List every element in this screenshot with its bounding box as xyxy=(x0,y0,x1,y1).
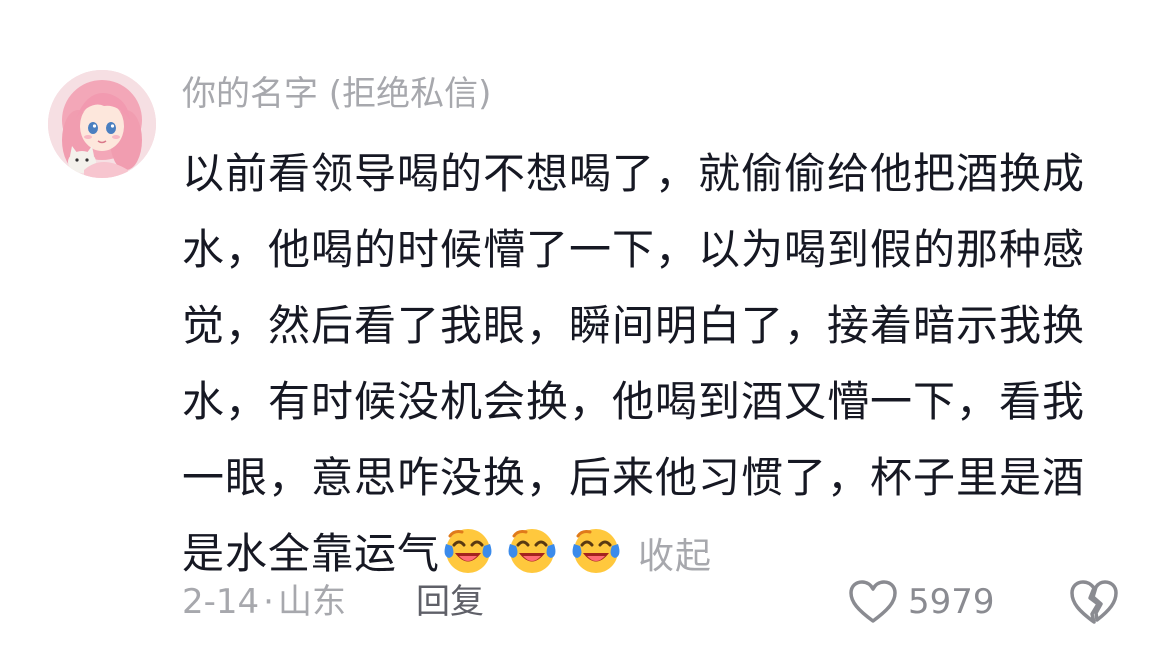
dislike-button[interactable] xyxy=(1068,578,1120,626)
meta-separator: · xyxy=(263,582,274,622)
comment-date: 2-14 xyxy=(182,582,260,622)
comment-text: 以前看领导喝的不想喝了，就偷偷给他把酒换成 水，他喝的时候懵了一下，以为喝到假的… xyxy=(182,136,1112,592)
comment-text-line: 一眼，意思咋没换，后来他习惯了，杯子里是酒 xyxy=(182,453,1086,502)
comment-meta: 2-14 · 山东 xyxy=(182,574,346,630)
comment-location: 山东 xyxy=(277,582,346,622)
comment-item: 你的名字 (拒绝私信) 以前看领导喝的不想喝了，就偷偷给他把酒换成 水，他喝的时… xyxy=(0,0,1170,658)
avatar-image xyxy=(48,70,156,178)
broken-heart-icon xyxy=(1068,580,1120,630)
comment-text-line: 是水全靠运气 xyxy=(182,529,441,578)
comment-username[interactable]: 你的名字 (拒绝私信) xyxy=(182,68,491,120)
collapse-link[interactable]: 收起 xyxy=(638,536,712,577)
laughing-crying-emoji-icon xyxy=(440,522,496,578)
laughing-crying-emoji-icon xyxy=(504,522,560,578)
heart-outline-icon xyxy=(848,579,898,625)
like-button[interactable]: 5979 xyxy=(848,574,995,630)
laughing-crying-emoji-icon xyxy=(568,522,624,578)
reply-button[interactable]: 回复 xyxy=(416,574,484,630)
like-count: 5979 xyxy=(908,582,995,622)
comment-text-line: 以前看领导喝的不想喝了，就偷偷给他把酒换成 xyxy=(182,149,1086,198)
comment-text-line: 觉，然后看了我眼，瞬间明白了，接着暗示我换 xyxy=(182,301,1086,350)
user-avatar[interactable] xyxy=(48,70,156,178)
comment-text-line: 水，有时候没机会换，他喝到酒又懵一下，看我 xyxy=(182,377,1086,426)
comment-text-line: 水，他喝的时候懵了一下，以为喝到假的那种感 xyxy=(182,225,1086,274)
